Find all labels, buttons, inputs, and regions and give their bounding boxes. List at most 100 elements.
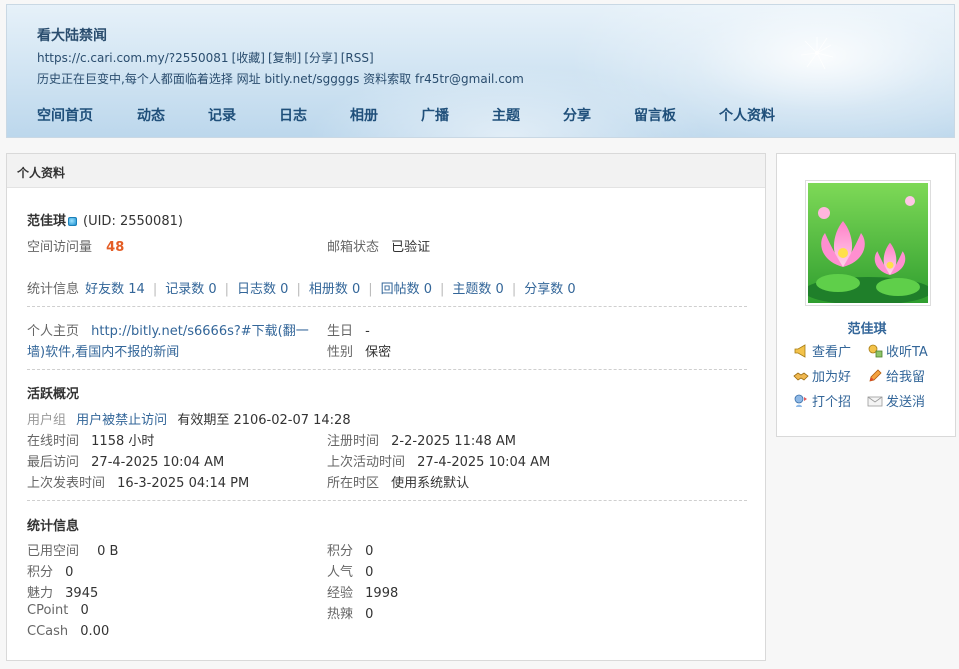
- ccash-label: CCash: [27, 624, 69, 639]
- nav-blog[interactable]: 日志: [279, 105, 350, 125]
- last-post-label: 上次发表时间: [27, 476, 106, 491]
- space-title[interactable]: 看大陆禁闻: [37, 25, 107, 45]
- divider: [27, 369, 747, 370]
- ccash-value: 0.00: [80, 624, 110, 639]
- points-label-right: 积分: [327, 544, 354, 559]
- add-friend-label: 加为好: [812, 370, 852, 385]
- email-status-label: 邮箱状态: [327, 240, 380, 255]
- popularity-label: 人气: [327, 565, 354, 580]
- points-value-left: 0: [65, 565, 74, 580]
- experience-value: 1998: [365, 586, 399, 601]
- send-message-label: 发送消: [886, 395, 926, 410]
- favorite-link[interactable]: [收藏]: [232, 51, 265, 65]
- experience-label: 经验: [327, 586, 354, 601]
- space-url-line: https://c.cari.com.my/?2550081 [收藏] [复制] [分…: [37, 49, 377, 66]
- divider: [27, 306, 747, 307]
- stats-section-title: 统计信息: [27, 519, 80, 534]
- view-ads-label: 查看广: [812, 345, 852, 360]
- send-message-link[interactable]: 发送消: [867, 391, 925, 410]
- hot-label: 热辣: [327, 607, 354, 622]
- user-name: 范佳琪: [27, 214, 67, 229]
- stat-replies[interactable]: 回帖数 0: [381, 282, 432, 297]
- usergroup-label: 用户组: [27, 413, 67, 428]
- space-description: 历史正在巨变中,每个人都面临着选择 网址 bitly.net/sggggs 资料…: [37, 72, 524, 86]
- view-ads-link[interactable]: 查看广: [793, 341, 851, 360]
- usergroup-expiry: 有效期至 2106-02-07 14:28: [177, 413, 351, 428]
- copy-link[interactable]: [复制]: [268, 51, 301, 65]
- stat-blogs[interactable]: 日志数 0: [237, 282, 288, 297]
- usergroup-value[interactable]: 用户被禁止访问: [76, 413, 167, 428]
- envelope-icon: [867, 396, 883, 407]
- online-status-icon: [68, 217, 78, 226]
- last-visit-value: 27-4-2025 10:04 AM: [91, 455, 225, 470]
- homepage-link-cont[interactable]: 墙)软件,看国内不报的新闻: [27, 345, 179, 360]
- points-value-right: 0: [365, 544, 374, 559]
- handshake-icon: [793, 372, 809, 381]
- homepage-link[interactable]: http://bitly.net/s6666s?#下载(翻一: [91, 324, 309, 339]
- nav-home[interactable]: 空间首页: [37, 105, 137, 125]
- nav-album[interactable]: 相册: [350, 105, 421, 125]
- follow-link[interactable]: 收听TA: [867, 341, 928, 360]
- visits-label: 空间访问量: [27, 240, 93, 255]
- nav-records[interactable]: 记录: [208, 105, 279, 125]
- space-used-label: 已用空间: [27, 544, 80, 559]
- profile-sidebar: 范佳琪 查看广 收听TA 加为好 给我留 打个招 发送消: [776, 153, 956, 437]
- charm-value: 3945: [65, 586, 99, 601]
- greet-icon: [794, 394, 807, 407]
- share-link[interactable]: [分享]: [304, 51, 337, 65]
- visits-value: 48: [106, 240, 125, 255]
- homepage-label: 个人主页: [27, 324, 80, 339]
- stat-friends[interactable]: 好友数 14: [85, 282, 145, 297]
- space-url[interactable]: https://c.cari.com.my/?2550081: [37, 51, 229, 65]
- stat-topics[interactable]: 主题数 0: [452, 282, 503, 297]
- space-nav: 空间首页 动态 记录 日志 相册 广播 主题 分享 留言板 个人资料: [37, 105, 809, 125]
- nav-guestbook[interactable]: 留言板: [634, 105, 719, 125]
- birthday-value: -: [365, 324, 370, 339]
- user-uid: (UID: 2550081): [83, 214, 183, 229]
- nav-broadcast[interactable]: 广播: [421, 105, 492, 125]
- stat-records[interactable]: 记录数 0: [165, 282, 216, 297]
- sidebar-user-name[interactable]: 范佳琪: [777, 318, 957, 337]
- lotus-avatar-image: [808, 183, 928, 303]
- stat-shares[interactable]: 分享数 0: [524, 282, 575, 297]
- last-active-value: 27-4-2025 10:04 AM: [417, 455, 551, 470]
- birthday-label: 生日: [327, 324, 354, 339]
- online-time-value: 1158 小时: [91, 434, 155, 449]
- gender-label: 性别: [327, 345, 354, 360]
- popularity-value: 0: [365, 565, 374, 580]
- nav-feed[interactable]: 动态: [137, 105, 208, 125]
- timezone-value: 使用系统默认: [391, 476, 470, 491]
- activity-title: 活跃概况: [27, 387, 80, 402]
- panel-title: 个人资料: [7, 154, 765, 188]
- charm-label: 魅力: [27, 586, 54, 601]
- cpoint-label: CPoint: [27, 603, 69, 618]
- profile-panel: 个人资料 范佳琪 (UID: 2550081) 空间访问量 48 邮箱状态 已验证…: [6, 153, 766, 661]
- pencil-icon: [869, 369, 882, 382]
- leave-message-label: 给我留: [886, 370, 926, 385]
- timezone-label: 所在时区: [327, 476, 380, 491]
- space-used-value: 0 B: [97, 544, 119, 559]
- greet-label: 打个招: [812, 395, 852, 410]
- dandelion-icon: [800, 37, 834, 70]
- greet-link[interactable]: 打个招: [793, 391, 851, 410]
- register-time-label: 注册时间: [327, 434, 380, 449]
- divider: [27, 500, 747, 501]
- last-visit-label: 最后访问: [27, 455, 80, 470]
- last-post-value: 16-3-2025 04:14 PM: [117, 476, 250, 491]
- stat-albums[interactable]: 相册数 0: [309, 282, 360, 297]
- nav-profile[interactable]: 个人资料: [719, 105, 809, 125]
- leave-message-link[interactable]: 给我留: [867, 366, 925, 385]
- avatar[interactable]: [805, 180, 931, 306]
- rss-link[interactable]: [RSS]: [341, 51, 374, 65]
- add-friend-link[interactable]: 加为好: [793, 366, 851, 385]
- gender-value: 保密: [365, 345, 392, 360]
- stats-label: 统计信息: [27, 282, 80, 297]
- register-time-value: 2-2-2025 11:48 AM: [391, 434, 517, 449]
- nav-topics[interactable]: 主题: [492, 105, 563, 125]
- nav-share[interactable]: 分享: [563, 105, 634, 125]
- email-status-value: 已验证: [391, 240, 431, 255]
- stats-row: 统计信息 好友数 14 | 记录数 0 | 日志数 0 | 相册数 0 | 回帖数 0 | 主题数 …: [27, 282, 576, 297]
- points-label-left: 积分: [27, 565, 54, 580]
- hot-value: 0: [365, 607, 374, 622]
- user-name-row: 范佳琪 (UID: 2550081): [27, 210, 183, 229]
